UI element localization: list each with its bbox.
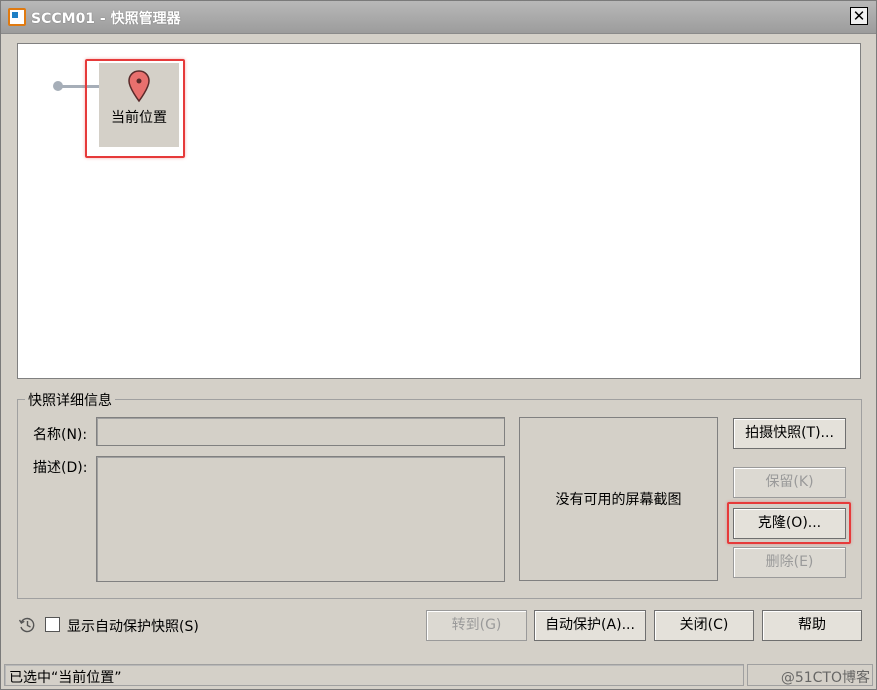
- name-field[interactable]: [96, 417, 505, 446]
- show-autoprotect-label[interactable]: 显示自动保护快照(S): [67, 616, 199, 636]
- no-screenshot-text: 没有可用的屏幕截图: [555, 492, 682, 508]
- vmware-app-icon: [8, 8, 26, 26]
- name-label: 名称(N):: [33, 427, 88, 443]
- description-field[interactable]: [96, 456, 505, 582]
- snapshot-tree-pane[interactable]: 当前位置: [17, 43, 861, 379]
- close-button[interactable]: 关闭(C): [654, 610, 754, 641]
- close-window-button[interactable]: ✕: [850, 7, 868, 25]
- title-bar[interactable]: SCCM01 - 快照管理器 ✕: [1, 1, 876, 34]
- help-button[interactable]: 帮助: [762, 610, 862, 641]
- screenshot-preview: 没有可用的屏幕截图: [519, 417, 718, 581]
- watermark: @51CTO博客: [780, 670, 870, 686]
- history-icon: [18, 617, 35, 633]
- status-bar: 已选中“当前位置”: [1, 663, 876, 689]
- status-cell-main: 已选中“当前位置”: [4, 664, 744, 686]
- clone-highlight-box: [727, 502, 851, 544]
- snapshot-details-title: 快照详细信息: [25, 390, 115, 410]
- autoprotect-button[interactable]: 自动保护(A)...: [534, 610, 646, 641]
- show-autoprotect-checkbox[interactable]: [45, 617, 60, 632]
- goto-button[interactable]: 转到(G): [426, 610, 527, 641]
- description-label: 描述(D):: [33, 460, 88, 476]
- delete-button[interactable]: 删除(E): [733, 547, 846, 578]
- take-snapshot-button[interactable]: 拍摄快照(T)...: [733, 418, 846, 449]
- node-highlight-box: [85, 59, 185, 158]
- snapshot-manager-window: SCCM01 - 快照管理器 ✕ 当前位置 快照详细信息 名称(N): 描述(D…: [0, 0, 877, 690]
- window-title: SCCM01 - 快照管理器: [31, 11, 181, 27]
- status-text: 已选中“当前位置”: [9, 670, 122, 686]
- keep-button[interactable]: 保留(K): [733, 467, 846, 498]
